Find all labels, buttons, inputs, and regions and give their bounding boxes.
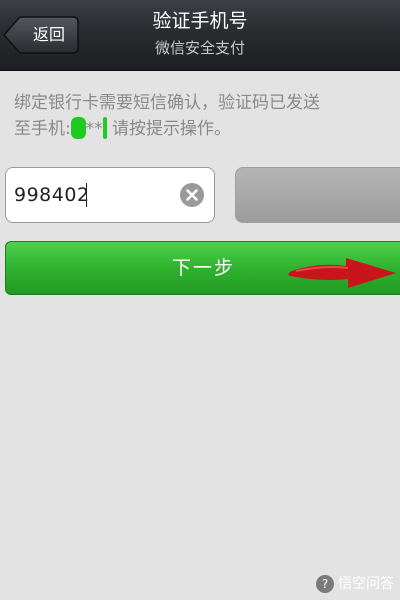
arrow-annotation-icon bbox=[288, 258, 396, 288]
masked-phone-part1: 1 bbox=[70, 116, 86, 139]
text-cursor bbox=[86, 183, 87, 207]
sms-info-text: 绑定银行卡需要短信确认，验证码已发送 至手机: 1 ** 请按提示操作。 bbox=[14, 90, 390, 142]
verification-code-value: 998402 bbox=[14, 184, 90, 206]
watermark-text: 悟空问答 bbox=[338, 576, 394, 592]
page-subtitle: 微信安全支付 bbox=[154, 39, 245, 57]
info-line1: 绑定银行卡需要短信确认，验证码已发送 bbox=[14, 93, 320, 113]
wukong-logo-icon: ? bbox=[316, 575, 334, 593]
back-button[interactable]: 返回 bbox=[3, 16, 79, 54]
masked-phone-stars: ** bbox=[85, 119, 103, 139]
verification-code-input[interactable]: 998402 bbox=[5, 167, 215, 223]
resend-code-button[interactable] bbox=[235, 167, 400, 223]
nav-header: 返回 验证手机号 微信安全支付 bbox=[0, 0, 400, 71]
back-button-label: 返回 bbox=[32, 25, 65, 44]
info-line2-prefix: 至手机: bbox=[14, 119, 71, 139]
info-line2-suffix: 请按提示操作。 bbox=[106, 119, 231, 139]
page-title: 验证手机号 bbox=[152, 10, 248, 32]
watermark: ? 悟空问答 bbox=[316, 574, 394, 594]
clear-icon[interactable] bbox=[179, 182, 205, 208]
